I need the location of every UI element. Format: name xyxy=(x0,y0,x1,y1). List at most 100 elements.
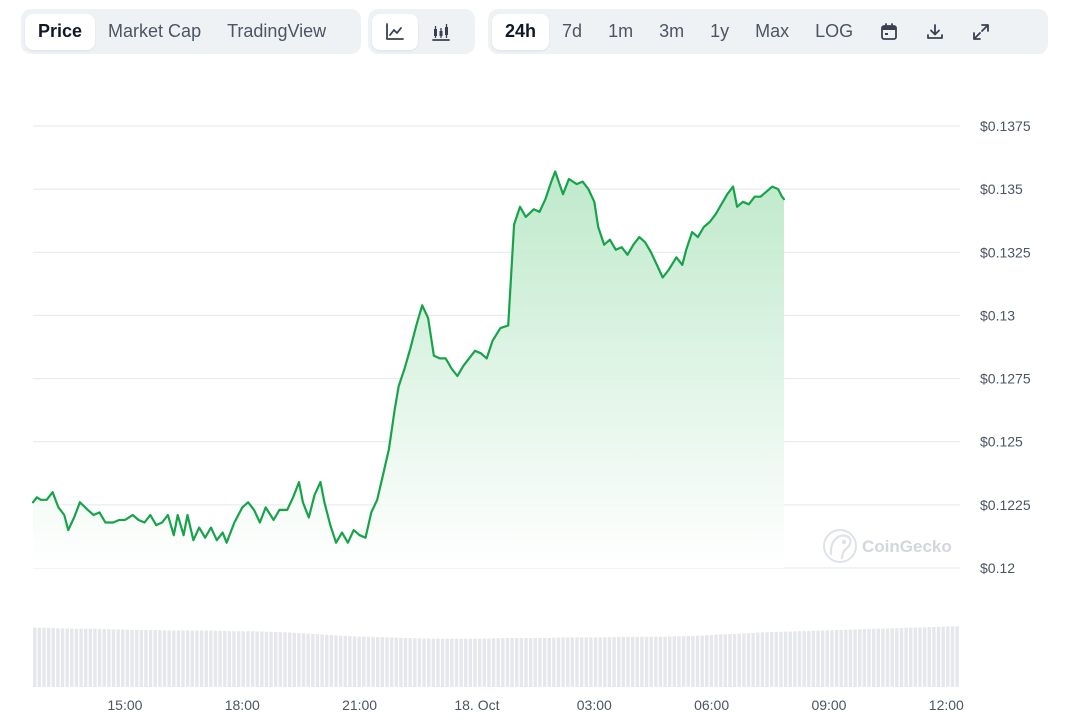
volume-bar xyxy=(417,638,422,687)
volume-bar xyxy=(278,632,283,687)
volume-bar xyxy=(797,631,802,687)
volume-bar xyxy=(223,631,227,687)
volume-bar xyxy=(306,633,310,687)
range-7d[interactable]: 7d xyxy=(549,14,595,50)
volume-bar xyxy=(793,631,797,687)
volume-bar xyxy=(524,638,528,687)
volume-bar xyxy=(871,628,876,687)
range-1m[interactable]: 1m xyxy=(595,14,646,50)
volume-bar xyxy=(816,630,820,687)
price-chart-svg[interactable]: CoinGecko $0.12 $0.1225 $0.125 $0.1275 $0.13… xyxy=(0,60,1067,726)
volume-bar xyxy=(834,630,839,687)
volume-bar xyxy=(820,630,825,687)
volume-bar xyxy=(42,627,46,687)
volume-bar xyxy=(264,631,269,687)
range-max[interactable]: Max xyxy=(742,14,802,50)
volume-bar xyxy=(125,629,130,687)
volume-bar xyxy=(955,626,959,687)
volume-bar xyxy=(946,626,950,687)
y-tick-label: $0.1225 xyxy=(980,497,1031,513)
y-tick-label: $0.12 xyxy=(980,560,1015,576)
price-chart[interactable]: CoinGecko $0.12 $0.1225 $0.125 $0.1275 $0.13… xyxy=(0,60,1067,726)
volume-bar xyxy=(825,630,830,687)
tab-market-cap[interactable]: Market Cap xyxy=(95,14,214,50)
volume-bar xyxy=(668,636,672,687)
volume-bar xyxy=(236,631,241,687)
volume-bar xyxy=(607,637,612,687)
volume-bar xyxy=(255,631,259,687)
volume-bar xyxy=(723,634,728,687)
volume-bar xyxy=(783,631,788,687)
volume-bar xyxy=(760,632,765,687)
volume-bar xyxy=(46,627,51,687)
coingecko-watermark: CoinGecko xyxy=(823,529,952,563)
volume-bar xyxy=(765,632,769,687)
volume-bar xyxy=(830,630,834,687)
line-chart-icon xyxy=(386,22,404,40)
volume-bar xyxy=(97,628,102,687)
range-1y[interactable]: 1y xyxy=(697,14,742,50)
volume-bar xyxy=(348,636,352,687)
tab-price[interactable]: Price xyxy=(25,13,96,50)
volume-bar xyxy=(538,638,542,687)
volume-bar xyxy=(79,628,83,687)
volume-bar xyxy=(139,629,144,687)
log-scale-toggle[interactable]: LOG xyxy=(802,14,866,50)
volume-bar xyxy=(547,637,551,687)
date-range-button[interactable] xyxy=(866,14,912,50)
volume-bar xyxy=(250,631,255,687)
volume-bar xyxy=(700,635,704,687)
view-tab-group: Price Market Cap TradingView xyxy=(21,9,361,54)
volume-bar xyxy=(515,638,519,687)
volume-bar xyxy=(227,631,232,687)
volume-bar xyxy=(162,630,167,687)
volume-bar xyxy=(672,636,677,687)
volume-bar xyxy=(737,633,741,687)
volume-bar xyxy=(176,630,181,687)
volume-bar xyxy=(718,634,723,687)
volume-bar xyxy=(626,636,630,687)
volume-bar xyxy=(811,630,816,687)
volume-bar xyxy=(844,629,848,687)
range-3m[interactable]: 3m xyxy=(646,14,697,50)
volume-bar xyxy=(695,635,700,687)
fullscreen-button[interactable] xyxy=(958,14,1004,50)
y-axis-labels: $0.12 $0.1225 $0.125 $0.1275 $0.13 $0.1325 $0.… xyxy=(980,118,1031,576)
volume-bar xyxy=(579,637,584,687)
candlestick-chart-button[interactable] xyxy=(418,14,464,50)
x-axis-labels: 15:00 18:00 21:00 18. Oct 03:00 06:00 09:00 12:… xyxy=(107,697,964,713)
download-icon xyxy=(927,23,944,39)
volume-bar xyxy=(153,630,157,687)
volume-bar xyxy=(292,632,296,687)
volume-bar xyxy=(686,635,690,687)
volume-bar xyxy=(705,635,709,687)
volume-bar xyxy=(677,636,681,687)
volume-bar xyxy=(936,626,941,687)
volume-bar xyxy=(598,637,602,687)
volume-bar xyxy=(904,627,908,687)
volume-bar xyxy=(654,636,658,687)
volume-bar xyxy=(37,627,42,687)
x-tick-label: 12:00 xyxy=(929,697,964,713)
line-chart-button[interactable] xyxy=(372,13,418,50)
volume-bar xyxy=(561,637,565,687)
volume-bar xyxy=(552,637,556,687)
volume-bar xyxy=(848,629,853,687)
volume-bar xyxy=(570,637,575,687)
volume-bar xyxy=(899,628,904,687)
volume-bar xyxy=(589,637,593,687)
price-area xyxy=(33,171,784,568)
volume-bar xyxy=(635,636,639,687)
volume-bar xyxy=(709,634,714,687)
download-button[interactable] xyxy=(912,14,958,50)
volume-bar xyxy=(426,638,431,687)
y-tick-label: $0.13 xyxy=(980,307,1015,323)
range-24h[interactable]: 24h xyxy=(492,13,550,50)
gecko-logo-icon xyxy=(823,529,857,563)
volume-bar xyxy=(74,628,79,687)
volume-bar xyxy=(640,636,644,687)
volume-bar xyxy=(274,631,278,687)
volume-bar xyxy=(399,637,403,687)
volume-bar xyxy=(649,636,653,687)
tab-tradingview[interactable]: TradingView xyxy=(214,14,339,50)
